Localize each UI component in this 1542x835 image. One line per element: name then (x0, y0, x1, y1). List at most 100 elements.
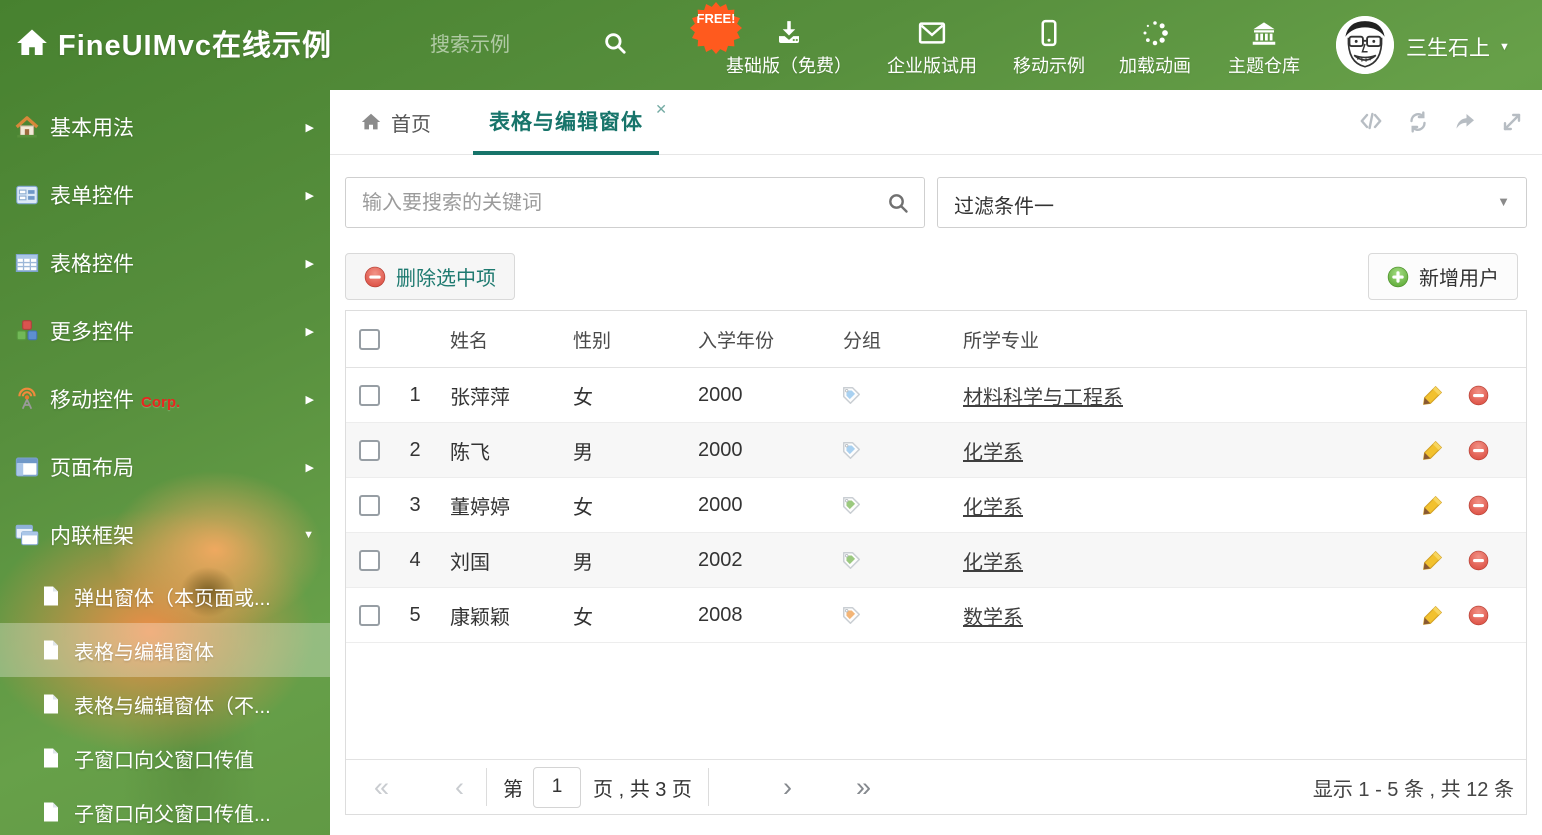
first-page-button[interactable]: « (374, 773, 389, 801)
sidebar-item-form[interactable]: 表单控件 ▶ (0, 161, 330, 229)
edit-pencil-icon[interactable] (1422, 440, 1443, 461)
chevron-down-icon: ▼ (303, 529, 314, 541)
major-link[interactable]: 化学系 (963, 491, 1023, 520)
sidebar-subitem-grid-edit-window-2[interactable]: 表格与编辑窗体（不... (0, 677, 330, 731)
row-checkbox[interactable] (358, 604, 380, 626)
cell-gender: 女 (573, 606, 593, 629)
row-checkbox[interactable] (358, 549, 380, 571)
nav-label: 主题仓库 (1228, 56, 1300, 76)
chevron-right-icon: ▶ (305, 325, 314, 338)
search-icon[interactable] (886, 191, 910, 215)
last-page-button[interactable]: » (856, 773, 871, 801)
chevron-down-icon: ▼ (1497, 194, 1510, 209)
sidebar-item-basic[interactable]: 基本用法 ▶ (0, 93, 330, 161)
delete-row-icon[interactable] (1468, 550, 1489, 571)
delete-selected-button[interactable]: 删除选中项 (345, 253, 515, 300)
header-search-icon[interactable] (602, 30, 628, 56)
header-search-input[interactable] (428, 26, 592, 64)
sidebar-item-layout[interactable]: 页面布局 ▶ (0, 433, 330, 501)
tab-close-icon[interactable]: ✕ (655, 101, 667, 118)
nav-enterprise-trial[interactable]: 企业版试用 (882, 18, 982, 78)
plus-circle-icon (1387, 266, 1409, 287)
chevron-right-icon: ▶ (305, 189, 314, 202)
delete-row-icon[interactable] (1468, 495, 1489, 516)
user-name: 三生石上 (1406, 37, 1490, 60)
bank-icon (1249, 18, 1279, 48)
sidebar-subitem-child-to-parent[interactable]: 子窗口向父窗口传值 (0, 731, 330, 785)
filter-dropdown[interactable]: 过滤条件一 ▼ (937, 177, 1527, 228)
major-link[interactable]: 化学系 (963, 546, 1023, 575)
document-icon (40, 801, 62, 823)
tag-icon (842, 496, 861, 514)
delete-row-icon[interactable] (1468, 440, 1489, 461)
tab-grid-edit-window[interactable]: 表格与编辑窗体 ✕ (473, 90, 667, 155)
col-header-major: 所学专业 (963, 330, 1040, 352)
row-checkbox[interactable] (358, 384, 380, 406)
user-menu[interactable]: 三生石上 ▼ (1406, 32, 1510, 62)
delete-row-icon[interactable] (1468, 605, 1489, 626)
tab-home[interactable]: 首页 (360, 90, 431, 154)
nav-loading-anim[interactable]: 加载动画 (1115, 18, 1195, 78)
page-number-input[interactable] (533, 766, 582, 808)
col-header-group: 分组 (843, 330, 882, 352)
sidebar-subitem-popup-window[interactable]: 弹出窗体（本页面或... (0, 569, 330, 623)
document-icon (40, 585, 62, 607)
edit-pencil-icon[interactable] (1422, 495, 1443, 516)
tag-icon (842, 606, 861, 624)
cell-year: 2000 (698, 438, 743, 461)
layout-icon (14, 454, 40, 480)
app: FineUIMvc在线示例 FREE! 基础版（免费） 企业版试用 (0, 0, 1542, 835)
source-code-icon[interactable] (1359, 110, 1383, 134)
row-checkbox[interactable] (358, 494, 380, 516)
edit-pencil-icon[interactable] (1422, 385, 1443, 406)
sidebar-subitem-grid-edit-window[interactable]: 表格与编辑窗体 (0, 623, 330, 677)
nav-mobile-demo[interactable]: 移动示例 (1009, 18, 1089, 78)
sidebar-subitem-child-to-parent-2[interactable]: 子窗口向父窗口传值... (0, 785, 330, 835)
grid-rows: 1 张萍萍 女 2000 材料科学与工程系 2 陈飞 男 2000 化学系 3 … (346, 368, 1526, 643)
page-prefix: 第 (503, 778, 524, 801)
delete-row-icon[interactable] (1468, 385, 1489, 406)
top-header: FineUIMvc在线示例 FREE! 基础版（免费） 企业版试用 (0, 0, 1542, 90)
table-row: 5 康颖颖 女 2008 数学系 (346, 588, 1526, 643)
next-page-button[interactable]: › (783, 773, 792, 801)
spinner-icon (1140, 18, 1170, 48)
page-suffix: 页 , 共 3 页 (593, 778, 692, 801)
cubes-icon (14, 318, 40, 344)
cell-year: 2002 (698, 548, 743, 571)
share-icon[interactable] (1453, 110, 1477, 134)
row-checkbox[interactable] (358, 439, 380, 461)
table-row: 3 董婷婷 女 2000 化学系 (346, 478, 1526, 533)
nav-theme-repo[interactable]: 主题仓库 (1224, 18, 1304, 78)
user-avatar[interactable] (1336, 16, 1394, 74)
app-title: FineUIMvc在线示例 (58, 30, 333, 62)
nav-label: 基础版（免费） (726, 56, 852, 76)
table-row: 4 刘国 男 2002 化学系 (346, 533, 1526, 588)
form-icon (14, 182, 40, 208)
cell-gender: 男 (573, 441, 593, 464)
divider (486, 768, 488, 806)
sidebar-item-iframe[interactable]: 内联框架 ▼ (0, 501, 330, 569)
edit-pencil-icon[interactable] (1422, 550, 1443, 571)
sidebar-item-mobile[interactable]: 移动控件 Corp. ▶ (0, 365, 330, 433)
home-logo-icon[interactable] (15, 26, 49, 60)
prev-page-button[interactable]: ‹ (455, 773, 464, 801)
sidebar-item-grid[interactable]: 表格控件 ▶ (0, 229, 330, 297)
cell-year: 2008 (698, 603, 743, 626)
keyword-search-input[interactable] (346, 178, 894, 229)
major-link[interactable]: 材料科学与工程系 (963, 381, 1123, 410)
major-link[interactable]: 数学系 (963, 601, 1023, 630)
expand-icon[interactable] (1500, 110, 1524, 134)
house-icon (14, 114, 40, 140)
mail-icon (917, 18, 947, 48)
keyword-search-box (345, 177, 925, 229)
sidebar-item-more[interactable]: 更多控件 ▶ (0, 297, 330, 365)
tag-icon (842, 551, 861, 569)
edit-pencil-icon[interactable] (1422, 605, 1443, 626)
select-all-checkbox[interactable] (358, 328, 380, 350)
refresh-icon[interactable] (1406, 110, 1430, 134)
table-row: 1 张萍萍 女 2000 材料科学与工程系 (346, 368, 1526, 423)
cell-name: 康颖颖 (450, 606, 510, 629)
nav-basic-free[interactable]: 基础版（免费） (719, 18, 859, 78)
add-user-button[interactable]: 新增用户 (1368, 253, 1518, 300)
major-link[interactable]: 化学系 (963, 436, 1023, 465)
